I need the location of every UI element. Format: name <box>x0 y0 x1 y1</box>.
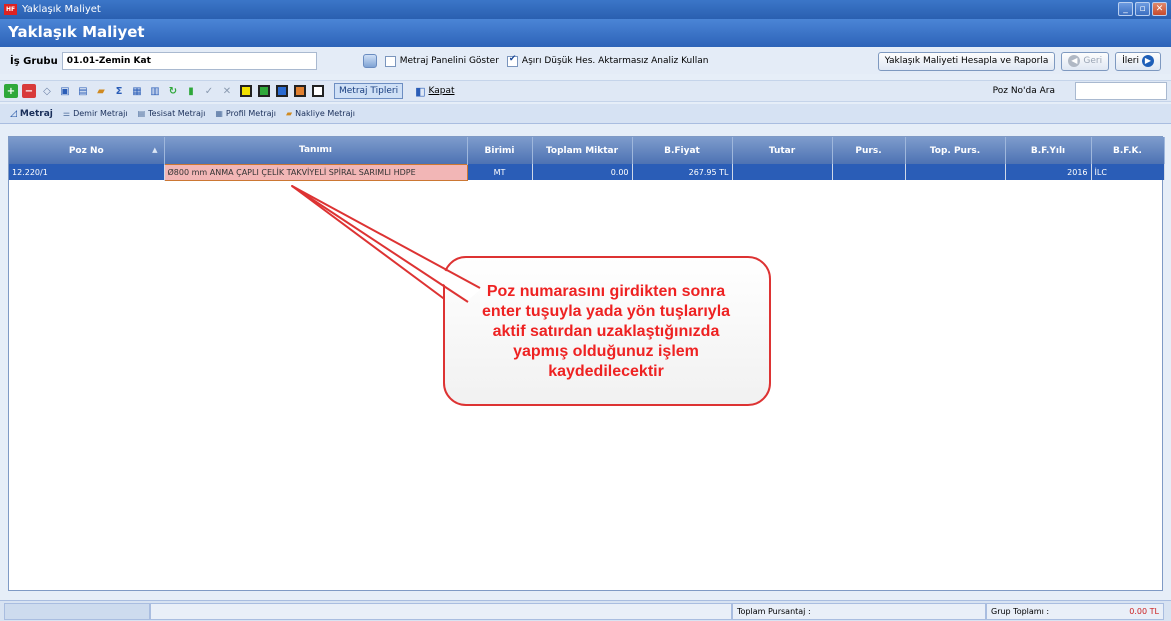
close-label: Kapat <box>428 86 455 96</box>
total-pursantaj-label: Toplam Pursantaj : <box>732 602 986 620</box>
lookup-button[interactable] <box>362 54 377 68</box>
ruler-icon: ◿ <box>10 108 17 119</box>
refresh-icon[interactable]: ↻ <box>166 84 180 98</box>
profile-icon: ▦ <box>215 109 223 118</box>
table-row[interactable]: 12.220/1 Ø800 mm ANMA ÇAPLI ÇELİK TAKVİY… <box>9 163 1165 181</box>
arrow-left-icon: ◀ <box>1068 55 1081 67</box>
plumbing-icon: ▤ <box>137 109 146 118</box>
column-header-purs[interactable]: Purs. <box>832 137 906 164</box>
cell-top-purs[interactable] <box>905 164 1006 180</box>
sum-icon[interactable]: Σ <box>112 84 126 98</box>
column-header-tutar[interactable]: Tutar <box>732 137 833 164</box>
group-total-label: Grup Toplamı : <box>991 606 1050 616</box>
search-label: Poz No'da Ara <box>992 86 1055 96</box>
export-icon[interactable]: ▮ <box>184 84 198 98</box>
next-label: İleri <box>1122 55 1139 66</box>
column-label: Poz No <box>68 145 104 156</box>
page-title: Yaklaşık Maliyet <box>0 19 1171 47</box>
toolbar: + − ◇ ▣ ▤ ▰ Σ ▦ ▥ ↻ ▮ ✓ ✕ Metraj Tipleri… <box>0 80 1171 102</box>
color-blue-button[interactable] <box>276 85 288 97</box>
cell-tutar[interactable] <box>732 164 833 180</box>
sort-arrow-icon: ▲ <box>152 146 158 154</box>
color-green-button[interactable] <box>258 85 270 97</box>
maximize-button[interactable]: ▫ <box>1135 2 1150 16</box>
tab-tesisat-metraji[interactable]: ▤ Tesisat Metrajı <box>138 109 206 118</box>
column-header-tanim[interactable]: Tanımı <box>164 137 468 164</box>
filter-bar: İş Grubu 01.01-Zemin Kat Metraj Panelini… <box>0 48 1171 74</box>
tab-label: Demir Metrajı <box>73 109 128 118</box>
tab-label: Nakliye Metrajı <box>295 109 355 118</box>
status-bar: Toplam Pursantaj : Grup Toplamı : 0.00 T… <box>0 600 1171 621</box>
work-group-label: İş Grubu <box>10 55 58 67</box>
group-total: Grup Toplamı : 0.00 TL <box>986 602 1164 620</box>
app-logo-icon: HF <box>4 4 17 15</box>
tab-label: Profil Metrajı <box>225 109 276 118</box>
cell-poz-no[interactable]: 12.220/1 <box>9 164 165 180</box>
close-window-button[interactable]: ✕ <box>1152 2 1167 16</box>
copy-icon[interactable]: ▣ <box>58 84 72 98</box>
close-button[interactable]: ◧ Kapat <box>415 85 454 98</box>
print-icon[interactable]: ▥ <box>148 84 162 98</box>
paste-icon[interactable]: ▤ <box>76 84 90 98</box>
tab-label: Tesisat Metrajı <box>148 109 206 118</box>
cell-birim[interactable]: MT <box>467 164 533 180</box>
status-cell <box>4 602 150 620</box>
show-panel-checkbox[interactable] <box>384 55 396 67</box>
add-icon[interactable]: + <box>4 84 18 98</box>
exit-icon: ◧ <box>415 84 426 98</box>
analysis-label: Aşırı Düşük Hes. Aktarmasız Analiz Kulla… <box>521 56 709 66</box>
truck-icon: ▰ <box>286 109 293 118</box>
next-button[interactable]: İleri ▶ <box>1115 51 1161 71</box>
rebar-icon: ⚌ <box>62 109 71 118</box>
cell-bfk[interactable]: İLC <box>1091 164 1165 180</box>
column-header-top-purs[interactable]: Top. Purs. <box>905 137 1006 164</box>
analysis-checkbox[interactable] <box>506 54 518 67</box>
column-header-poz-no[interactable]: Poz No ▲ <box>9 137 165 164</box>
callout-text: Poz numarasını girdikten sonra enter tuş… <box>481 283 731 380</box>
metraj-types-button[interactable]: Metraj Tipleri <box>334 83 404 99</box>
check-icon[interactable]: ✓ <box>202 84 216 98</box>
table-header: Poz No ▲ Tanımı Birimi Toplam Miktar B.Fi… <box>9 137 1165 164</box>
window-titlebar: HF Yaklaşık Maliyet _ ▫ ✕ <box>0 0 1171 19</box>
group-total-value: 0.00 TL <box>1129 606 1159 616</box>
back-label: Geri <box>1083 55 1103 66</box>
window-title: Yaklaşık Maliyet <box>22 4 101 15</box>
back-button[interactable]: ◀ Geri <box>1061 51 1110 71</box>
calc-report-label: Yaklaşık Maliyeti Hesapla ve Raporla <box>884 55 1049 66</box>
tab-nakliye-metraji[interactable]: ▰ Nakliye Metrajı <box>286 109 355 118</box>
color-white-button[interactable] <box>312 85 324 97</box>
cell-tanim[interactable]: Ø800 mm ANMA ÇAPLI ÇELİK TAKVİYELİ SPİRA… <box>163 163 468 181</box>
remove-icon[interactable]: − <box>22 84 36 98</box>
column-header-birim[interactable]: Birimi <box>467 137 533 164</box>
tab-label: Metraj <box>19 108 53 119</box>
status-cell <box>150 602 732 620</box>
tab-metraj[interactable]: ◿ Metraj <box>10 109 53 119</box>
tab-demir-metraji[interactable]: ⚌ Demir Metrajı <box>63 109 128 118</box>
cell-fiyat[interactable]: 267.95 TL <box>632 164 733 180</box>
arrow-right-icon: ▶ <box>1142 55 1154 67</box>
cell-bf-yili[interactable]: 2016 <box>1005 164 1092 180</box>
work-group-field[interactable]: 01.01-Zemin Kat <box>61 52 317 70</box>
color-yellow-button[interactable] <box>240 85 252 97</box>
show-panel-label: Metraj Panelini Göster <box>399 56 499 66</box>
column-header-bf-yili[interactable]: B.F.Yılı <box>1005 137 1092 164</box>
search-input[interactable] <box>1075 82 1167 100</box>
folder-icon[interactable]: ▰ <box>94 84 108 98</box>
callout: Poz numarasını girdikten sonra enter tuş… <box>440 254 772 408</box>
cell-purs[interactable] <box>832 164 906 180</box>
tab-profil-metraji[interactable]: ▦ Profil Metrajı <box>215 109 276 118</box>
calculator-icon[interactable]: ▦ <box>130 84 144 98</box>
cancel-icon[interactable]: ✕ <box>220 84 234 98</box>
eraser-icon[interactable]: ◇ <box>40 84 54 98</box>
column-header-miktar[interactable]: Toplam Miktar <box>532 137 633 164</box>
calc-report-button[interactable]: Yaklaşık Maliyeti Hesapla ve Raporla <box>877 51 1056 71</box>
column-header-fiyat[interactable]: B.Fiyat <box>632 137 733 164</box>
minimize-button[interactable]: _ <box>1118 2 1133 16</box>
metraj-tabs: ◿ Metraj ⚌ Demir Metrajı ▤ Tesisat Metra… <box>0 104 1171 124</box>
column-header-bfk[interactable]: B.F.K. <box>1091 137 1165 164</box>
color-orange-button[interactable] <box>294 85 306 97</box>
cell-miktar[interactable]: 0.00 <box>532 164 633 180</box>
